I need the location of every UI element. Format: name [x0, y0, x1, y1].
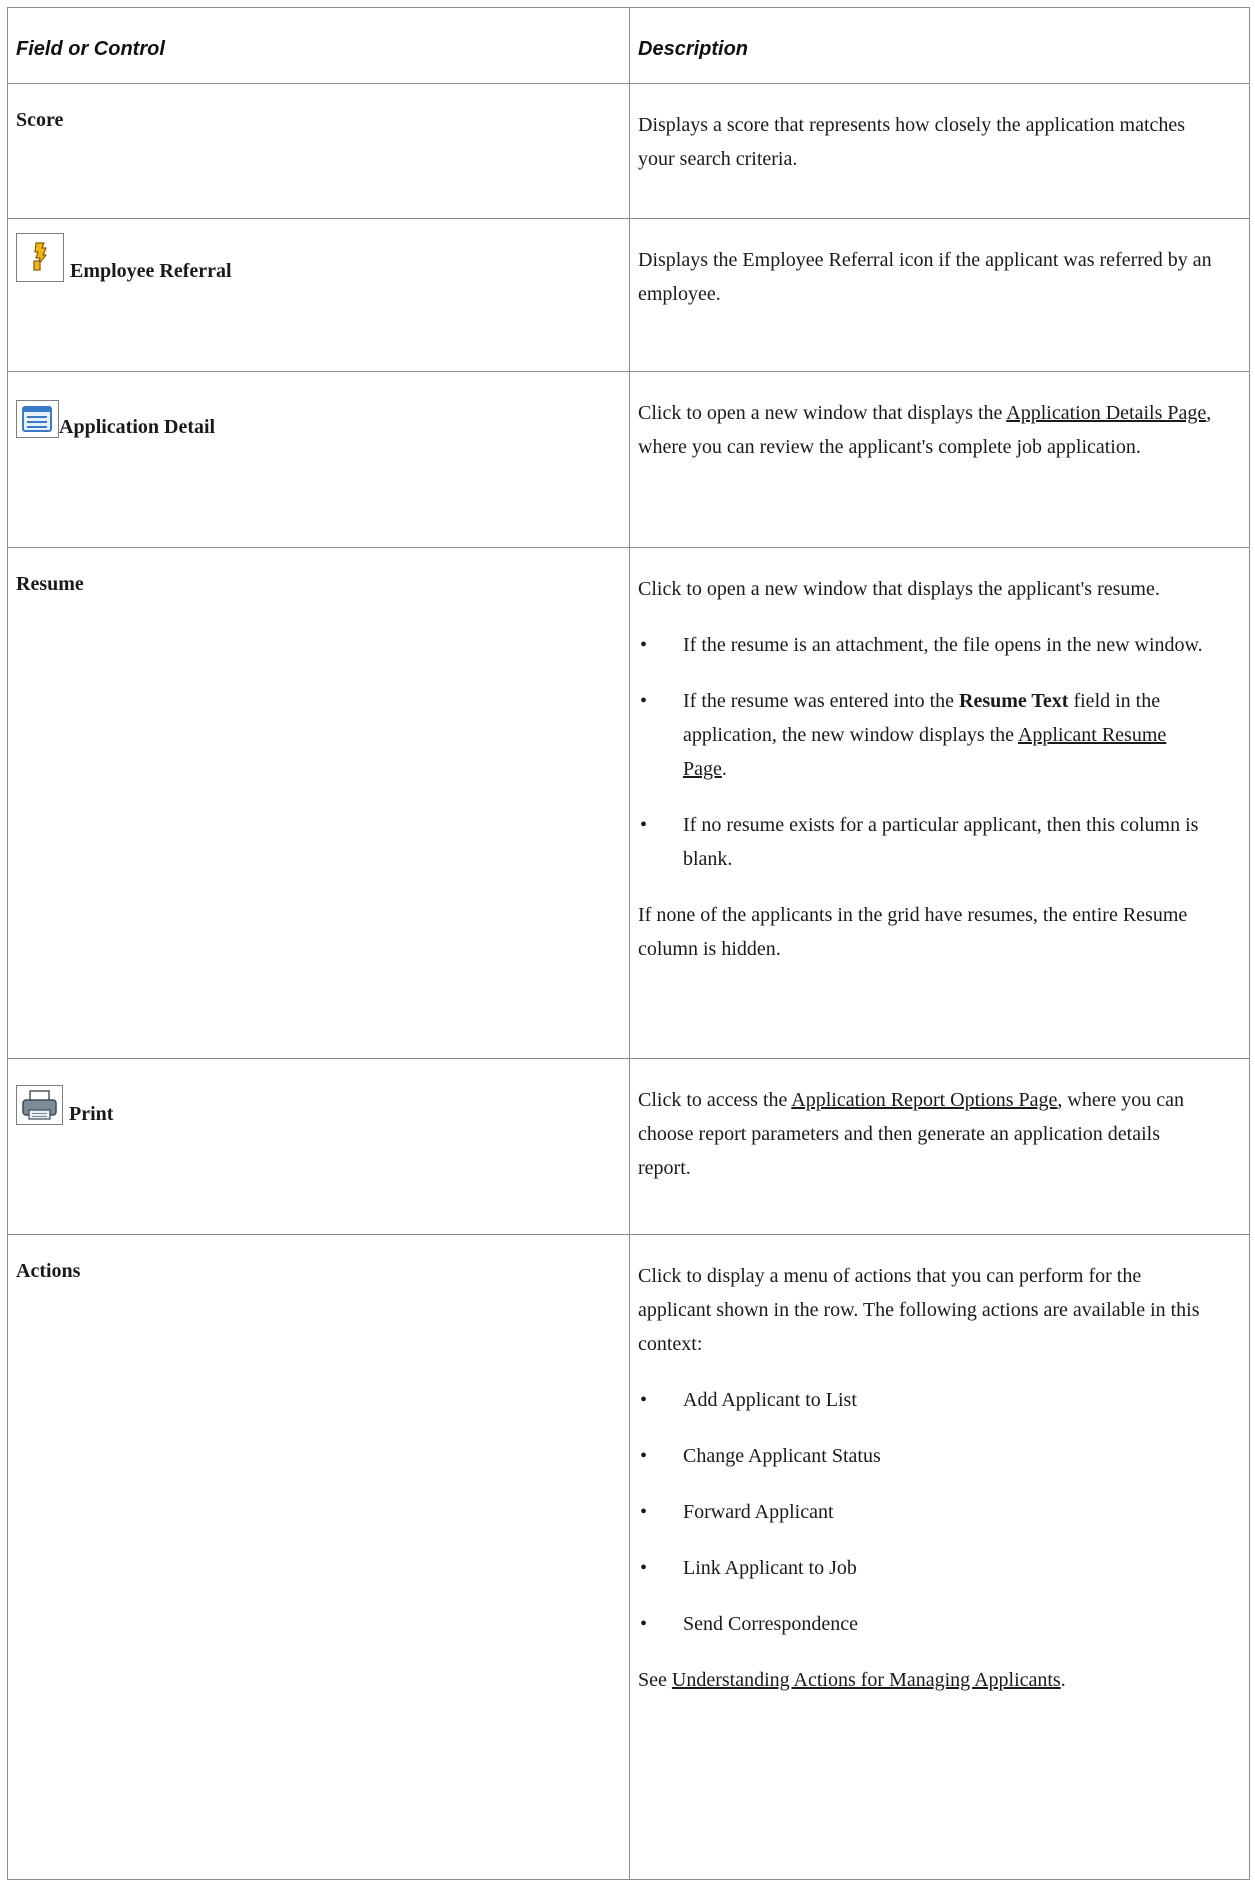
list-item: Link Applicant to Job	[638, 1551, 1213, 1585]
table-row-application-detail: Application Detail Click to open a new w…	[7, 371, 1250, 548]
description-text: Click to access the Application Report O…	[638, 1089, 1184, 1179]
table-row-score: Score Displays a score that represents h…	[7, 83, 1250, 219]
field-cell-application-detail: Application Detail	[7, 371, 630, 548]
list-item: If the resume was entered into the Resum…	[638, 684, 1213, 786]
list-item: Forward Applicant	[638, 1495, 1213, 1529]
header-description: Description	[629, 7, 1250, 84]
field-cell-employee-referral: Employee Referral	[7, 218, 630, 372]
see-also-text: See Understanding Actions for Managing A…	[638, 1669, 1066, 1691]
resume-text-field-name: Resume Text	[959, 690, 1069, 712]
list-item: Change Applicant Status	[638, 1439, 1213, 1473]
list-item: Add Applicant to List	[638, 1383, 1213, 1417]
description-text: Displays a score that represents how clo…	[638, 114, 1186, 170]
field-label-employee-referral: Employee Referral	[70, 260, 232, 282]
understanding-actions-link[interactable]: Understanding Actions for Managing Appli…	[672, 1669, 1061, 1691]
description-text: Click to open a new window that displays…	[638, 402, 1212, 458]
list-item: If no resume exists for a particular app…	[638, 808, 1213, 876]
description-score: Displays a score that represents how clo…	[629, 83, 1250, 219]
field-label-score: Score	[7, 83, 630, 219]
field-label-application-detail: Application Detail	[59, 416, 216, 438]
description-text: If none of the applicants in the grid ha…	[638, 904, 1188, 960]
header-field-or-control: Field or Control	[7, 7, 630, 84]
application-report-options-page-link[interactable]: Application Report Options Page	[791, 1089, 1057, 1111]
description-resume: Click to open a new window that displays…	[629, 547, 1250, 1059]
table-row-print: Print Click to access the Application Re…	[7, 1058, 1250, 1235]
table-row-employee-referral: Employee Referral Displays the Employee …	[7, 218, 1250, 372]
description-actions: Click to display a menu of actions that …	[629, 1234, 1250, 1880]
description-employee-referral: Displays the Employee Referral icon if t…	[629, 218, 1250, 372]
description-text: Click to display a menu of actions that …	[638, 1265, 1200, 1355]
list-item: If the resume is an attachment, the file…	[638, 628, 1213, 662]
application-details-page-link[interactable]: Application Details Page	[1006, 402, 1206, 424]
table-row-resume: Resume Click to open a new window that d…	[7, 547, 1250, 1059]
table-row-actions: Actions Click to display a menu of actio…	[7, 1234, 1250, 1880]
description-text: Displays the Employee Referral icon if t…	[638, 249, 1212, 305]
field-label-print: Print	[69, 1103, 114, 1125]
application-detail-icon[interactable]	[16, 400, 59, 438]
employee-referral-icon[interactable]	[16, 233, 64, 282]
field-label-actions: Actions	[7, 1234, 630, 1880]
table-header-row: Field or Control Description	[7, 7, 1250, 84]
field-cell-print: Print	[7, 1058, 630, 1235]
action-list: Add Applicant to List Change Applicant S…	[638, 1383, 1213, 1641]
description-text: Click to open a new window that displays…	[638, 578, 1160, 600]
field-description-table: Field or Control Description Score Displ…	[7, 7, 1250, 1880]
print-icon[interactable]	[16, 1085, 63, 1125]
description-print: Click to access the Application Report O…	[629, 1058, 1250, 1235]
field-label-resume: Resume	[7, 547, 630, 1059]
list-item: Send Correspondence	[638, 1607, 1213, 1641]
description-application-detail: Click to open a new window that displays…	[629, 371, 1250, 548]
bullet-list: If the resume is an attachment, the file…	[638, 628, 1213, 876]
